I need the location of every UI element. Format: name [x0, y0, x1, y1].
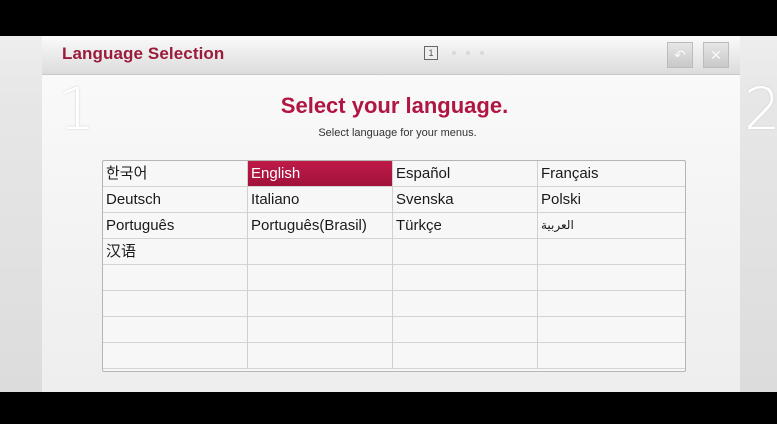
- empty-cell: [103, 343, 248, 369]
- prompt-subheading: Select language for your menus.: [318, 127, 477, 139]
- prompt-heading: Select your language.: [280, 93, 509, 118]
- language-option[interactable]: Türkçe: [393, 213, 538, 239]
- language-option[interactable]: Português(Brasil): [248, 213, 393, 239]
- language-option[interactable]: Français: [538, 161, 685, 187]
- language-option[interactable]: العربية: [538, 213, 685, 239]
- back-button[interactable]: ↶: [667, 42, 693, 68]
- page-title: Language Selection: [62, 44, 225, 63]
- empty-cell: [393, 343, 538, 369]
- empty-cell: [538, 317, 685, 343]
- back-arrow-icon: ↶: [674, 47, 686, 63]
- step-indicator: 1: [424, 46, 438, 60]
- empty-cell: [103, 317, 248, 343]
- close-icon: ✕: [710, 47, 722, 63]
- top-letterbox: [0, 0, 777, 36]
- language-option[interactable]: 汉语: [103, 239, 248, 265]
- close-button[interactable]: ✕: [703, 42, 729, 68]
- empty-cell: [248, 265, 393, 291]
- empty-cell: [248, 239, 393, 265]
- language-option[interactable]: Svenska: [393, 187, 538, 213]
- step-dot-icon: [452, 51, 456, 55]
- language-option[interactable]: Português: [103, 213, 248, 239]
- language-option[interactable]: Deutsch: [103, 187, 248, 213]
- language-grid: 한국어 English Español Français Deutsch Italiano…: [102, 160, 686, 372]
- step-dot-icon: [480, 51, 484, 55]
- bottom-letterbox: [0, 392, 777, 424]
- empty-cell: [393, 265, 538, 291]
- empty-cell: [538, 265, 685, 291]
- language-option[interactable]: English: [248, 161, 393, 187]
- empty-cell: [538, 239, 685, 265]
- language-option[interactable]: Español: [393, 161, 538, 187]
- empty-cell: [393, 317, 538, 343]
- empty-cell: [103, 291, 248, 317]
- step-dot-icon: [466, 51, 470, 55]
- language-option[interactable]: 한국어: [103, 161, 248, 187]
- empty-cell: [103, 265, 248, 291]
- empty-cell: [248, 343, 393, 369]
- empty-cell: [248, 291, 393, 317]
- empty-cell: [538, 291, 685, 317]
- empty-cell: [393, 239, 538, 265]
- empty-cell: [393, 291, 538, 317]
- language-option[interactable]: Polski: [538, 187, 685, 213]
- empty-cell: [248, 317, 393, 343]
- language-option[interactable]: Italiano: [248, 187, 393, 213]
- empty-cell: [538, 343, 685, 369]
